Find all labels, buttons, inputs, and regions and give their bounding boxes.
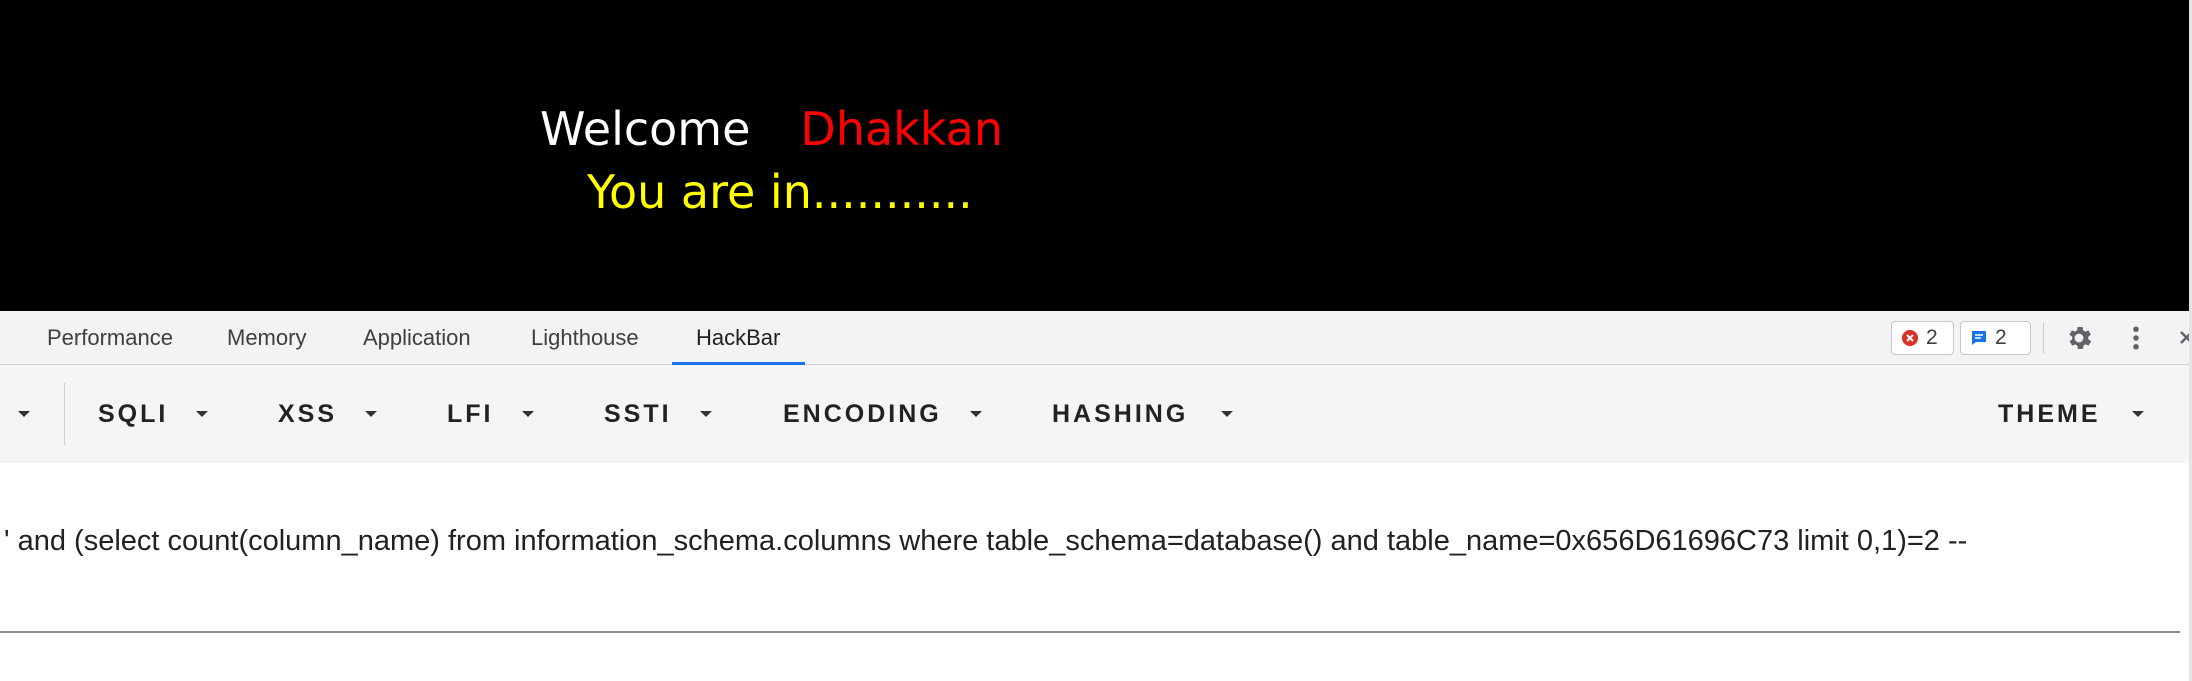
messages-badge[interactable]: 2 xyxy=(1960,321,2031,355)
hackbar-menu-bar: SQLI XSS LFI SSTI ENCODING HASHING THEME xyxy=(0,365,2192,463)
gear-icon[interactable] xyxy=(2064,323,2094,353)
chevron-down-icon xyxy=(365,411,377,417)
url-input-underline xyxy=(0,631,2180,633)
devtools-tabbar: Performance Memory Application Lighthous… xyxy=(0,311,2192,365)
url-input[interactable]: ' and (select count(column_name) from in… xyxy=(4,525,1967,558)
menu-theme[interactable]: THEME xyxy=(1998,365,2101,463)
chevron-down-icon xyxy=(522,411,534,417)
tab-performance[interactable]: Performance xyxy=(47,311,173,365)
messages-count: 2 xyxy=(1995,326,2007,349)
tab-memory[interactable]: Memory xyxy=(227,311,306,365)
more-vertical-icon[interactable] xyxy=(2121,323,2151,353)
errors-badge[interactable]: 2 xyxy=(1891,321,1954,355)
message-icon xyxy=(1972,331,1986,345)
tab-lighthouse[interactable]: Lighthouse xyxy=(531,311,639,365)
tab-application[interactable]: Application xyxy=(363,311,471,365)
chevron-down-icon xyxy=(2132,411,2144,417)
menu-ssti[interactable]: SSTI xyxy=(604,365,672,463)
chevron-down-icon xyxy=(970,411,982,417)
welcome-text: Welcome xyxy=(540,102,751,156)
chevron-down-icon[interactable] xyxy=(18,411,30,417)
menu-xss[interactable]: XSS xyxy=(278,365,337,463)
menu-hashing[interactable]: HASHING xyxy=(1052,365,1188,463)
tab-hackbar[interactable]: HackBar xyxy=(696,311,780,365)
welcome-line: Welcome Dhakkan xyxy=(540,102,1003,156)
toolbar-divider xyxy=(2043,323,2044,353)
error-circle-icon xyxy=(1902,330,1918,346)
chevron-down-icon xyxy=(700,411,712,417)
url-editor: ' and (select count(column_name) from in… xyxy=(0,463,2192,681)
menu-lfi[interactable]: LFI xyxy=(447,365,494,463)
errors-count: 2 xyxy=(1926,326,1938,349)
menu-divider xyxy=(64,383,65,445)
chevron-down-icon xyxy=(196,411,208,417)
chevron-down-icon xyxy=(1221,411,1233,417)
page-viewport: Welcome Dhakkan You are in........... xyxy=(0,0,2192,311)
menu-encoding[interactable]: ENCODING xyxy=(783,365,942,463)
menu-sqli[interactable]: SQLI xyxy=(98,365,168,463)
welcome-name: Dhakkan xyxy=(800,102,1003,156)
login-status-text: You are in........... xyxy=(587,165,973,219)
